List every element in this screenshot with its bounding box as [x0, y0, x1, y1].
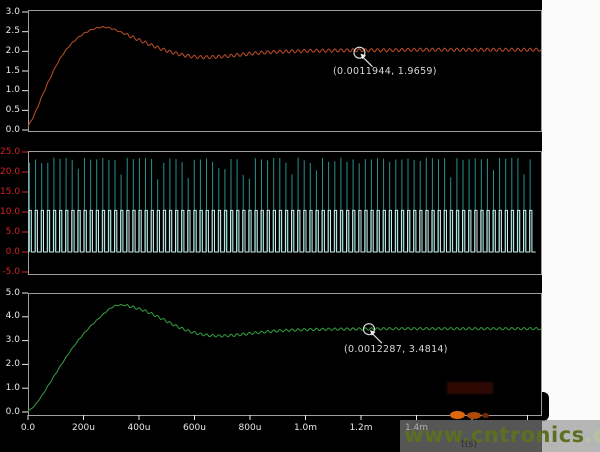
y-tick-label: 3.0	[0, 8, 20, 17]
cursor-readout-bottom: (0.0012287, 3.4814)	[344, 344, 448, 355]
y-tick-label: 15.0	[0, 188, 20, 197]
x-tick-label: 1.0m	[286, 424, 326, 433]
y-tick-label: 5.0	[0, 289, 20, 298]
y-tick-label: 0.0	[0, 248, 20, 257]
x-tick-label: 600u	[175, 424, 215, 433]
y-tick-label: 20.0	[0, 168, 20, 177]
y-tick-label: 1.0	[0, 86, 20, 95]
waveform-viewer-screen: 3.0 2.5 2.0 1.5 1.0 0.5 0.0 25.0 20.0 15.0 10.0 5.0…	[0, 0, 600, 452]
top-step-response-trace	[28, 27, 541, 127]
red-smudge-artifact	[447, 382, 493, 394]
y-tick-label: 0.0	[0, 126, 20, 135]
x-tick-label: 800u	[230, 424, 270, 433]
bottom-step-response-trace	[28, 305, 541, 412]
x-tick-label: 0.0	[8, 424, 48, 433]
watermark-main: www.cntronics	[404, 423, 585, 447]
x-tick-label: 400u	[119, 424, 159, 433]
y-tick-label: 0.0	[0, 408, 20, 417]
y-tick-label: 2.0	[0, 360, 20, 369]
y-tick-label: 5.0	[0, 228, 20, 237]
cursor-readout-top: (0.0011944, 1.9659)	[333, 66, 437, 77]
watermark-text: www.cntronics.com	[404, 423, 600, 447]
y-tick-label: 2.0	[0, 47, 20, 56]
y-tick-label: 1.0	[0, 384, 20, 393]
cursor-marker[interactable]	[363, 324, 382, 344]
pwm-square-trace	[29, 210, 536, 252]
y-tick-label: 0.5	[0, 106, 20, 115]
y-tick-label: 2.5	[0, 27, 20, 36]
orange-smudge-icon	[482, 413, 489, 418]
x-tick-label: 200u	[64, 424, 104, 433]
orange-smudge-icon	[450, 411, 465, 419]
y-tick-label: -5.0	[0, 268, 20, 277]
watermark-suffix: .com	[585, 423, 600, 447]
y-tick-label: 3.0	[0, 336, 20, 345]
y-tick-label: 10.0	[0, 208, 20, 217]
orange-smudge-icon	[467, 412, 481, 419]
y-tick-label: 1.5	[0, 67, 20, 76]
y-tick-label: 4.0	[0, 312, 20, 321]
x-axis-title: t(s)	[461, 439, 477, 450]
trace-canvas[interactable]	[0, 0, 600, 452]
y-tick-label: 25.0	[0, 148, 20, 157]
x-tick-label: 1.2m	[341, 424, 381, 433]
